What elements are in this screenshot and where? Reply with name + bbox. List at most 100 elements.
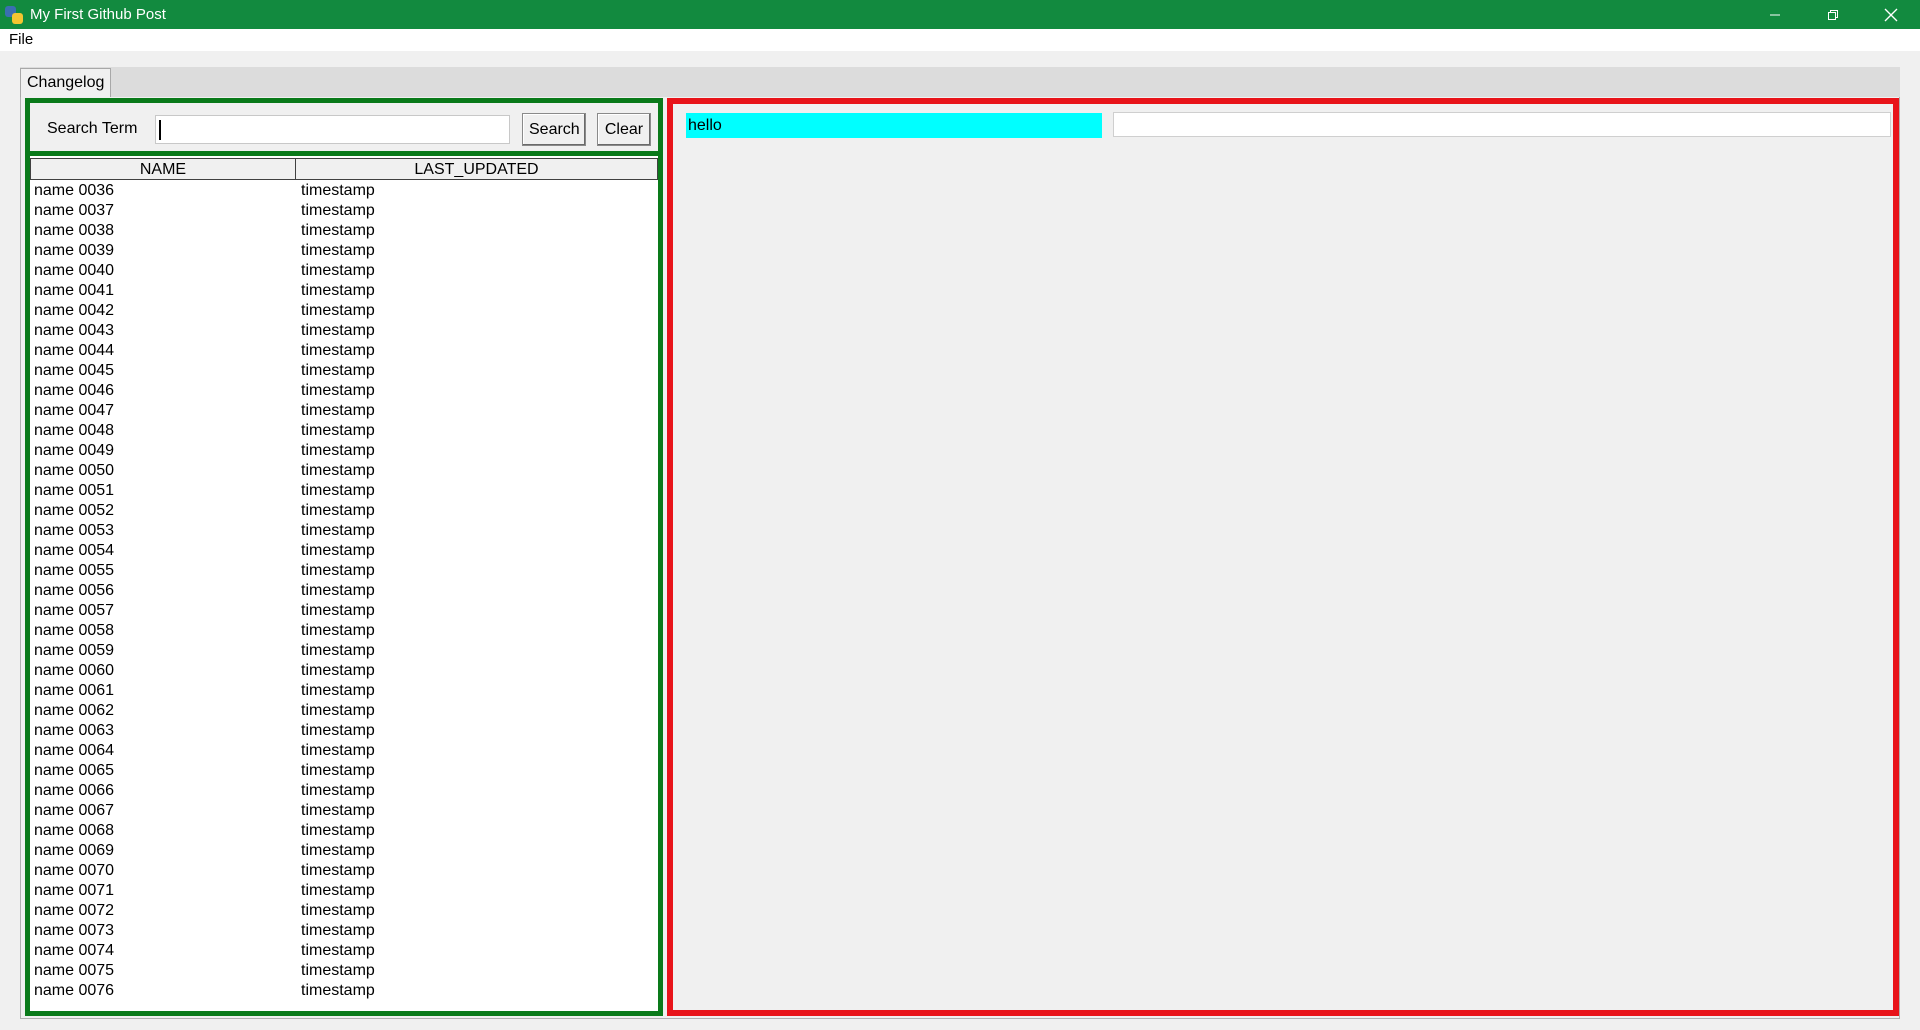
cell-last-updated: timestamp [301,522,375,539]
column-header-name[interactable]: NAME [30,158,296,179]
table-row[interactable]: name 0039 timestamp [30,241,658,261]
table-row[interactable]: name 0044 timestamp [30,341,658,361]
menu-file[interactable]: File [0,29,42,51]
restore-icon [1828,9,1838,20]
cell-last-updated: timestamp [301,622,375,639]
table-row[interactable]: name 0073 timestamp [30,921,658,941]
table-row[interactable]: name 0046 timestamp [30,381,658,401]
table-row[interactable]: name 0036 timestamp [30,181,658,201]
table-row[interactable]: name 0072 timestamp [30,901,658,921]
cell-last-updated: timestamp [301,342,375,359]
minimize-button[interactable] [1746,0,1804,29]
table-row[interactable]: name 0037 timestamp [30,201,658,221]
cell-last-updated: timestamp [301,642,375,659]
cell-last-updated: timestamp [301,302,375,319]
cell-last-updated: timestamp [301,402,375,419]
cell-name: name 0063 [34,722,115,739]
cell-last-updated: timestamp [301,502,375,519]
cell-name: name 0067 [34,802,115,819]
cell-name: name 0073 [34,922,115,939]
column-header-last-updated[interactable]: LAST_UPDATED [296,158,658,179]
cell-last-updated: timestamp [301,722,375,739]
cell-last-updated: timestamp [301,602,375,619]
search-button[interactable]: Search [522,113,586,146]
table-row[interactable]: name 0071 timestamp [30,881,658,901]
window-controls [1746,0,1920,29]
tab-strip: Changelog [20,67,1900,98]
table-row[interactable]: name 0068 timestamp [30,821,658,841]
table-row[interactable]: name 0065 timestamp [30,761,658,781]
table-row[interactable]: name 0055 timestamp [30,561,658,581]
cell-last-updated: timestamp [301,462,375,479]
table-row[interactable]: name 0058 timestamp [30,621,658,641]
table-row[interactable]: name 0059 timestamp [30,641,658,661]
cell-last-updated: timestamp [301,882,375,899]
search-input[interactable] [155,115,510,144]
table-row[interactable]: name 0038 timestamp [30,221,658,241]
table-row[interactable]: name 0045 timestamp [30,361,658,381]
tab-changelog[interactable]: Changelog [20,68,112,98]
table-row[interactable]: name 0056 timestamp [30,581,658,601]
cell-name: name 0065 [34,762,115,779]
cell-name: name 0042 [34,302,115,319]
table-row[interactable]: name 0063 timestamp [30,721,658,741]
table-row[interactable]: name 0074 timestamp [30,941,658,961]
search-row: Search Term Search Clear [30,103,658,151]
table-row[interactable]: name 0067 timestamp [30,801,658,821]
cell-name: name 0047 [34,402,115,419]
cell-name: name 0074 [34,942,115,959]
cell-name: name 0054 [34,542,115,559]
cell-last-updated: timestamp [301,182,375,199]
cell-last-updated: timestamp [301,962,375,979]
table-row[interactable]: name 0075 timestamp [30,961,658,981]
cell-last-updated: timestamp [301,782,375,799]
table-row[interactable]: name 0053 timestamp [30,521,658,541]
cell-last-updated: timestamp [301,482,375,499]
table-row[interactable]: name 0069 timestamp [30,841,658,861]
cell-last-updated: timestamp [301,202,375,219]
cell-name: name 0056 [34,582,115,599]
table-row[interactable]: name 0040 timestamp [30,261,658,281]
cell-name: name 0052 [34,502,115,519]
cell-name: name 0055 [34,562,115,579]
close-button[interactable] [1862,0,1920,29]
right-entry-field[interactable] [1113,112,1891,137]
table-row[interactable]: name 0048 timestamp [30,421,658,441]
table-row[interactable]: name 0070 timestamp [30,861,658,881]
table-row[interactable]: name 0057 timestamp [30,601,658,621]
cell-last-updated: timestamp [301,322,375,339]
cell-last-updated: timestamp [301,702,375,719]
table-row[interactable]: name 0051 timestamp [30,481,658,501]
table-row[interactable]: name 0049 timestamp [30,441,658,461]
cell-name: name 0064 [34,742,115,759]
table-row[interactable]: name 0076 timestamp [30,981,658,1001]
cell-last-updated: timestamp [301,982,375,999]
cell-name: name 0036 [34,182,115,199]
cell-last-updated: timestamp [301,422,375,439]
cell-last-updated: timestamp [301,822,375,839]
table-row[interactable]: name 0062 timestamp [30,701,658,721]
table-row[interactable]: name 0047 timestamp [30,401,658,421]
changelog-table[interactable]: NAME LAST_UPDATED name 0036 timestamp name… [30,156,658,1011]
table-row[interactable]: name 0052 timestamp [30,501,658,521]
table-row[interactable]: name 0050 timestamp [30,461,658,481]
table-row[interactable]: name 0066 timestamp [30,781,658,801]
table-row[interactable]: name 0043 timestamp [30,321,658,341]
table-row[interactable]: name 0042 timestamp [30,301,658,321]
cell-name: name 0057 [34,602,115,619]
cell-last-updated: timestamp [301,802,375,819]
table-row[interactable]: name 0054 timestamp [30,541,658,561]
cell-name: name 0051 [34,482,115,499]
cell-last-updated: timestamp [301,842,375,859]
cell-name: name 0060 [34,662,115,679]
restore-button[interactable] [1804,0,1862,29]
cell-last-updated: timestamp [301,222,375,239]
table-row[interactable]: name 0041 timestamp [30,281,658,301]
table-row[interactable]: name 0060 timestamp [30,661,658,681]
cell-last-updated: timestamp [301,262,375,279]
table-row[interactable]: name 0061 timestamp [30,681,658,701]
clear-button[interactable]: Clear [597,113,651,146]
minimize-icon [1770,14,1780,15]
cell-last-updated: timestamp [301,902,375,919]
table-row[interactable]: name 0064 timestamp [30,741,658,761]
